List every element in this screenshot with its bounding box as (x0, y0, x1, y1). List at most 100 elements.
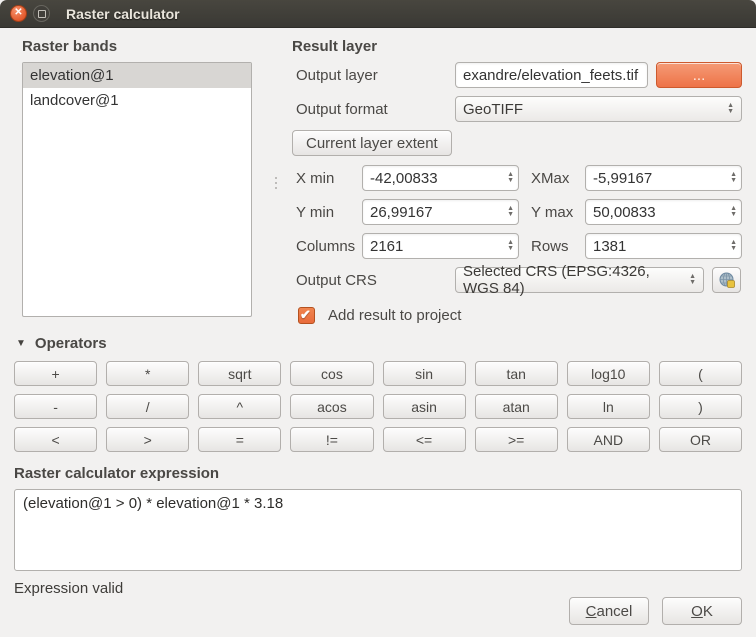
operator-button-less-than[interactable]: < (14, 427, 97, 452)
rows-spinner[interactable]: ▲▼ (730, 233, 737, 259)
globe-crs-icon (718, 271, 736, 289)
ok-button-label: OK (677, 603, 727, 620)
ymax-label: Y max (527, 204, 577, 221)
x-extent-row: X min ▲▼ XMax ▲▼ (292, 165, 742, 191)
browse-button[interactable]: ... (656, 62, 742, 88)
output-crs-value: Selected CRS (EPSG:4326, WGS 84) (463, 263, 683, 297)
ymax-spinner[interactable]: ▲▼ (730, 199, 737, 225)
cancel-button[interactable]: Cancel (569, 597, 649, 625)
operator-button-cos[interactable]: cos (290, 361, 373, 386)
operators-header[interactable]: ▼ Operators (16, 335, 742, 352)
dialog-footer: Cancel OK (14, 597, 742, 625)
columns-label: Columns (292, 238, 354, 255)
expression-label: Raster calculator expression (14, 465, 742, 482)
current-layer-extent-button[interactable]: Current layer extent (292, 130, 452, 156)
output-layer-row: Output layer ... (292, 62, 742, 88)
output-crs-label: Output CRS (292, 272, 447, 289)
operator-button-or[interactable]: OR (659, 427, 742, 452)
splitter-handle[interactable] (260, 38, 292, 327)
ymax-input[interactable] (585, 199, 742, 225)
operator-button-less-equal[interactable]: <= (383, 427, 466, 452)
raster-band-item[interactable]: landcover@1 (23, 88, 251, 113)
output-layer-label: Output layer (292, 67, 447, 84)
ymin-input[interactable] (362, 199, 519, 225)
output-format-combo[interactable]: GeoTIFF ▲▼ (455, 96, 742, 122)
output-format-label: Output format (292, 101, 447, 118)
operator-button-asin[interactable]: asin (383, 394, 466, 419)
operator-button-sqrt[interactable]: sqrt (198, 361, 281, 386)
close-icon: ✕ (14, 8, 22, 18)
operator-button-greater-than[interactable]: > (106, 427, 189, 452)
operator-button-close-paren[interactable]: ) (659, 394, 742, 419)
columns-input[interactable] (362, 233, 519, 259)
titlebar[interactable]: ✕ Raster calculator (0, 0, 756, 28)
xmax-input[interactable] (585, 165, 742, 191)
output-crs-combo[interactable]: Selected CRS (EPSG:4326, WGS 84) ▲▼ (455, 267, 704, 293)
raster-band-item[interactable]: elevation@1 (23, 63, 251, 88)
rows-label: Rows (527, 238, 577, 255)
operator-button-plus[interactable]: + (14, 361, 97, 386)
add-result-checkbox[interactable]: ✔ (298, 307, 315, 324)
operator-button-power[interactable]: ^ (198, 394, 281, 419)
operator-button-and[interactable]: AND (567, 427, 650, 452)
xmin-label: X min (292, 170, 354, 187)
checkmark-icon: ✔ (300, 307, 311, 323)
combo-spinner-icon: ▲▼ (689, 274, 696, 286)
splitter-grip-icon (275, 187, 277, 189)
ymin-label: Y min (292, 204, 354, 221)
operator-button-open-paren[interactable]: ( (659, 361, 742, 386)
xmin-input[interactable] (362, 165, 519, 191)
expression-textarea[interactable]: (elevation@1 > 0) * elevation@1 * 3.18 (14, 489, 742, 571)
operator-button-acos[interactable]: acos (290, 394, 373, 419)
raster-calculator-dialog: ✕ Raster calculator Raster bands elevati… (0, 0, 756, 632)
operator-button-sin[interactable]: sin (383, 361, 466, 386)
add-result-row: ✔ Add result to project (298, 303, 742, 327)
cancel-button-label: Cancel (584, 603, 634, 620)
raster-bands-panel: Raster bands elevation@1 landcover@1 (14, 38, 260, 327)
operators-label: Operators (35, 335, 107, 352)
add-result-label: Add result to project (324, 307, 461, 324)
output-format-row: Output format GeoTIFF ▲▼ (292, 96, 742, 122)
expression-status: Expression valid (14, 580, 742, 597)
operator-button-log10[interactable]: log10 (567, 361, 650, 386)
close-button[interactable]: ✕ (10, 5, 27, 22)
xmin-spinner[interactable]: ▲▼ (507, 165, 514, 191)
y-extent-row: Y min ▲▼ Y max ▲▼ (292, 199, 742, 225)
columns-spinner[interactable]: ▲▼ (507, 233, 514, 259)
combo-spinner-icon: ▲▼ (727, 103, 734, 115)
splitter-grip-icon (275, 182, 277, 184)
select-crs-button[interactable] (712, 267, 741, 293)
extent-button-row: Current layer extent (292, 130, 742, 156)
maximize-button[interactable] (33, 5, 50, 22)
operator-button-minus[interactable]: - (14, 394, 97, 419)
operator-button-tan[interactable]: tan (475, 361, 558, 386)
size-row: Columns ▲▼ Rows ▲▼ (292, 233, 742, 259)
operator-button-atan[interactable]: atan (475, 394, 558, 419)
operator-button-ln[interactable]: ln (567, 394, 650, 419)
operator-button-equals[interactable]: = (198, 427, 281, 452)
xmax-spinner[interactable]: ▲▼ (730, 165, 737, 191)
rows-input[interactable] (585, 233, 742, 259)
result-layer-label: Result layer (292, 38, 742, 55)
top-section: Raster bands elevation@1 landcover@1 Res… (14, 38, 742, 327)
ok-button[interactable]: OK (662, 597, 742, 625)
result-layer-panel: Result layer Output layer ... Output for… (292, 38, 742, 327)
output-format-value: GeoTIFF (463, 101, 523, 118)
raster-bands-list[interactable]: elevation@1 landcover@1 (22, 62, 252, 317)
operators-section: ▼ Operators + * sqrt cos sin tan log10 (… (14, 335, 742, 452)
operator-button-greater-equal[interactable]: >= (475, 427, 558, 452)
window-title: Raster calculator (66, 6, 180, 22)
splitter-grip-icon (275, 177, 277, 179)
dialog-content: Raster bands elevation@1 landcover@1 Res… (0, 28, 756, 637)
maximize-icon (38, 10, 46, 18)
output-layer-input[interactable] (455, 62, 648, 88)
xmax-label: XMax (527, 170, 577, 187)
ymin-spinner[interactable]: ▲▼ (507, 199, 514, 225)
operator-button-multiply[interactable]: * (106, 361, 189, 386)
raster-bands-label: Raster bands (22, 38, 260, 55)
operator-button-not-equal[interactable]: != (290, 427, 373, 452)
chevron-down-icon: ▼ (16, 338, 26, 349)
output-crs-row: Output CRS Selected CRS (EPSG:4326, WGS … (292, 267, 742, 293)
operators-grid: + * sqrt cos sin tan log10 ( - / ^ acos … (14, 361, 742, 452)
operator-button-divide[interactable]: / (106, 394, 189, 419)
